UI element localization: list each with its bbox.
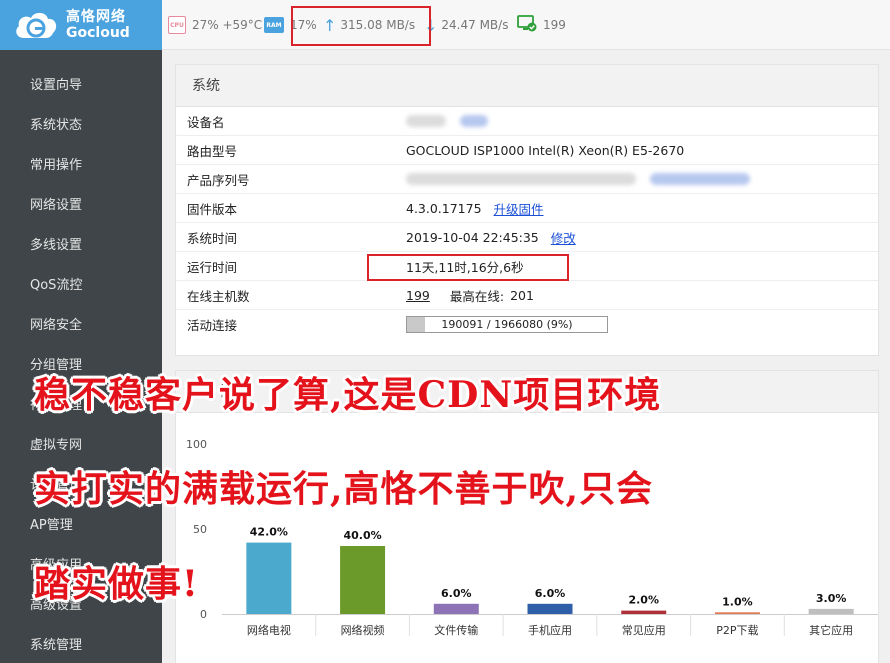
x-tick-label-3: 手机应用 <box>528 623 572 637</box>
bar-6 <box>808 608 854 614</box>
x-tick-label-2: 文件传输 <box>434 623 478 637</box>
overlay-caption-line-1: 稳不稳客户说了算,这是CDN项目环境 <box>34 374 662 416</box>
bar-4 <box>621 610 667 614</box>
overlay-caption-line-3: 踏实做事! <box>34 563 199 605</box>
bar-1 <box>340 546 386 614</box>
bar-value-label-5: 1.0% <box>722 595 753 608</box>
overlay-caption-line-2: 实打实的满载运行,高恪不善于吹,只会 <box>34 468 654 510</box>
bar-2 <box>433 603 479 614</box>
bar-3 <box>527 603 573 614</box>
bar-5 <box>714 612 760 614</box>
bar-value-label-6: 3.0% <box>816 592 847 605</box>
bar-value-label-3: 6.0% <box>535 587 566 600</box>
y-tick-label-1: 50 <box>193 523 207 536</box>
bar-value-label-4: 2.0% <box>628 594 659 607</box>
x-tick-label-0: 网络电视 <box>247 623 291 637</box>
x-tick-label-6: 其它应用 <box>809 623 853 637</box>
x-tick-label-5: P2P下载 <box>716 624 758 637</box>
x-tick-label-1: 网络视频 <box>341 623 385 637</box>
bar-value-label-0: 42.0% <box>250 526 288 539</box>
app-window: 高恪网络 Gocloud CPU 27% +59°C RAM 17% ↑ 315… <box>0 0 890 663</box>
bar-value-label-2: 6.0% <box>441 587 472 600</box>
y-tick-label-2: 100 <box>186 438 207 451</box>
x-tick-label-4: 常见应用 <box>622 623 666 637</box>
y-tick-label-0: 0 <box>200 608 207 621</box>
bar-0 <box>246 542 292 614</box>
bar-value-label-1: 40.0% <box>343 529 381 542</box>
